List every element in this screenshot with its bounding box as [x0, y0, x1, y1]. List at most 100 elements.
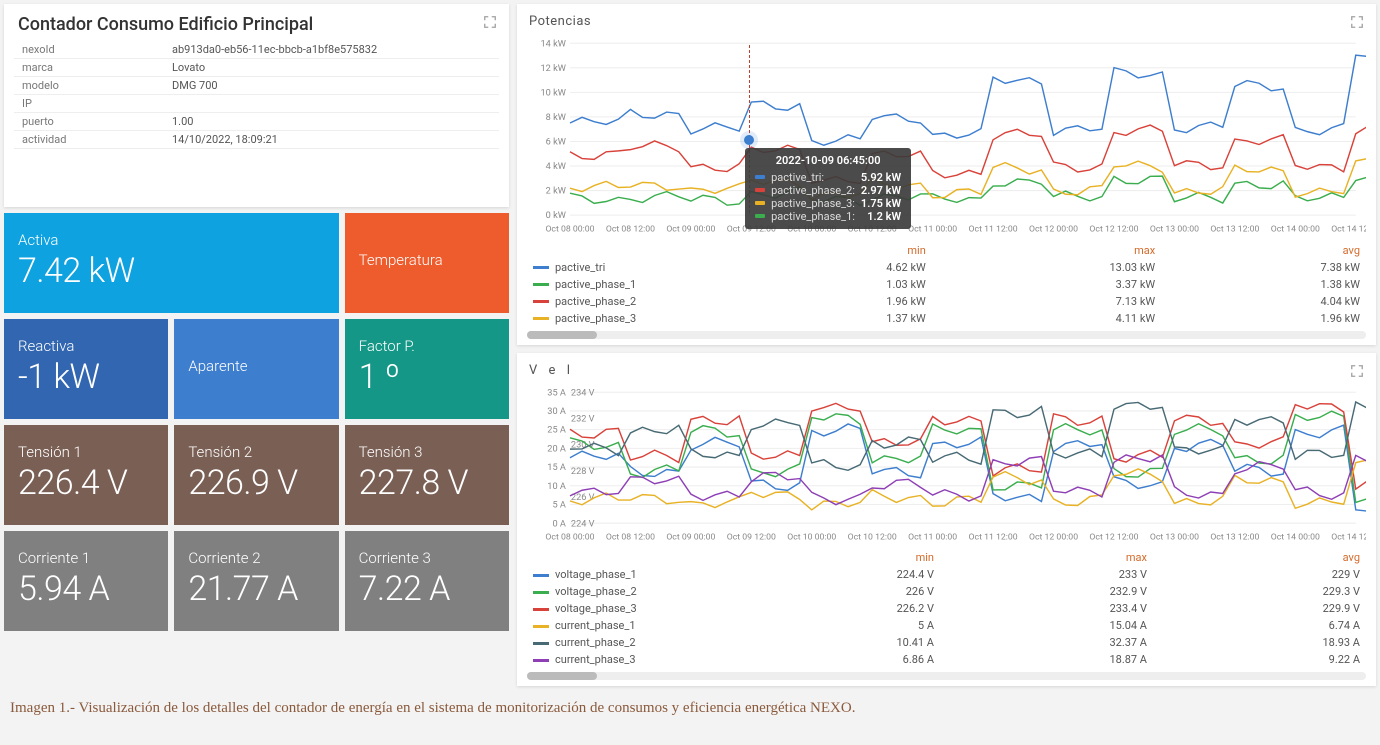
tile-temperatura[interactable]: Temperatura: [345, 213, 509, 313]
tile-label: Corriente 1: [18, 549, 154, 567]
tile-value: 21.77 A: [188, 569, 324, 609]
svg-text:5 A: 5 A: [552, 499, 565, 510]
tile-corriente3[interactable]: Corriente 3 7.22 A: [345, 531, 509, 631]
tile-value: 7.22 A: [359, 569, 495, 609]
legend-row[interactable]: pactive_phase_11.03 kW3.37 kW1.38 kW: [527, 276, 1366, 293]
svg-text:0 kW: 0 kW: [546, 210, 566, 221]
chart-plot[interactable]: 0 kW 2 kW 4 kW 6 kW 8 kW 10 kW 12 kW 14 kW Oct 0…: [527, 33, 1366, 238]
tile-label: Corriente 2: [188, 549, 324, 567]
legend-row[interactable]: current_phase_15 A15.04 A6.74 A: [527, 617, 1366, 634]
info-panel: Contador Consumo Edificio Principal nexo…: [4, 4, 509, 207]
svg-text:10 A: 10 A: [547, 480, 566, 491]
tile-tension1[interactable]: Tensión 1 226.4 V: [4, 425, 168, 525]
svg-text:Oct 10 00:00: Oct 10 00:00: [787, 532, 836, 542]
svg-text:25 A: 25 A: [547, 424, 566, 435]
svg-text:Oct 11 00:00: Oct 11 00:00: [908, 224, 957, 234]
chart-title: Potencias: [527, 10, 1366, 33]
figure-caption: Imagen 1.- Visualización de los detalles…: [4, 686, 1376, 727]
legend-row[interactable]: pactive_phase_31.37 kW4.11 kW1.96 kW: [527, 310, 1366, 327]
tile-label: Corriente 3: [359, 549, 495, 567]
chart-legend: minmaxavg voltage_phase_1224.4 V233 V229…: [527, 549, 1366, 668]
svg-text:2 kW: 2 kW: [546, 186, 566, 197]
chart-vei: V e I 0 A 5 A 10 A 15 A 20 A 25 A 30 A 35 A 224 …: [517, 353, 1376, 687]
svg-text:Oct 11 12:00: Oct 11 12:00: [969, 532, 1018, 542]
tile-label: Aparente: [188, 357, 324, 375]
tile-label: Activa: [18, 231, 325, 249]
tile-label: Tensión 2: [188, 443, 324, 461]
svg-text:Oct 11 00:00: Oct 11 00:00: [908, 532, 957, 542]
svg-text:Oct 14 12:00: Oct 14 12:00: [1331, 224, 1366, 234]
svg-text:Oct 11 12:00: Oct 11 12:00: [969, 224, 1018, 234]
svg-text:35 A: 35 A: [547, 387, 566, 398]
legend-row[interactable]: current_phase_210.41 A32.37 A18.93 A: [527, 634, 1366, 651]
svg-text:0 A: 0 A: [552, 518, 565, 529]
svg-text:Oct 12 00:00: Oct 12 00:00: [1029, 224, 1078, 234]
svg-text:Oct 13 00:00: Oct 13 00:00: [1150, 224, 1199, 234]
svg-text:6 kW: 6 kW: [546, 137, 566, 148]
svg-text:10 kW: 10 kW: [540, 87, 565, 98]
tile-factor[interactable]: Factor P. 1 º: [345, 319, 509, 419]
chart-potencias: Potencias 0 kW 2 kW 4 kW 6 kW 8 kW 10 kW 12 kW…: [517, 4, 1376, 345]
legend-row[interactable]: voltage_phase_2226 V232.9 V229.3 V: [527, 583, 1366, 600]
svg-text:14 kW: 14 kW: [540, 38, 565, 49]
tile-tension2[interactable]: Tensión 2 226.9 V: [174, 425, 338, 525]
svg-text:8 kW: 8 kW: [546, 112, 566, 123]
tile-value: 5.94 A: [18, 569, 154, 609]
tile-corriente2[interactable]: Corriente 2 21.77 A: [174, 531, 338, 631]
svg-text:Oct 13 12:00: Oct 13 12:00: [1210, 532, 1259, 542]
tile-value: 227.8 V: [359, 463, 495, 503]
tile-label: Reactiva: [18, 337, 154, 355]
expand-icon[interactable]: [1350, 14, 1364, 33]
scrollbar[interactable]: [527, 331, 1366, 339]
svg-text:Oct 12 12:00: Oct 12 12:00: [1089, 224, 1138, 234]
svg-text:12 kW: 12 kW: [540, 63, 565, 74]
svg-text:234 V: 234 V: [571, 387, 595, 398]
tile-value: 7.42 kW: [18, 251, 325, 291]
tile-label: Tensión 1: [18, 443, 154, 461]
svg-text:232 V: 232 V: [571, 413, 595, 424]
svg-text:4 kW: 4 kW: [546, 161, 566, 172]
info-table: nexoIdab913da0-eb56-11ec-bbcb-a1bf8e5758…: [14, 41, 499, 149]
tile-value: 1 º: [359, 357, 495, 397]
svg-text:Oct 13 00:00: Oct 13 00:00: [1150, 532, 1199, 542]
legend-row[interactable]: pactive_phase_21.96 kW7.13 kW4.04 kW: [527, 293, 1366, 310]
svg-text:15 A: 15 A: [547, 462, 566, 473]
tile-tension3[interactable]: Tensión 3 227.8 V: [345, 425, 509, 525]
tile-corriente1[interactable]: Corriente 1 5.94 A: [4, 531, 168, 631]
tile-reactiva[interactable]: Reactiva -1 kW: [4, 319, 168, 419]
tile-aparente[interactable]: Aparente: [174, 319, 338, 419]
svg-text:Oct 09 12:00: Oct 09 12:00: [727, 532, 776, 542]
svg-text:Oct 14 00:00: Oct 14 00:00: [1271, 224, 1320, 234]
tile-value: 226.9 V: [188, 463, 324, 503]
legend-row[interactable]: pactive_tri4.62 kW13.03 kW7.38 kW: [527, 259, 1366, 276]
chart-tooltip: 2022-10-09 06:45:00 pactive_tri:5.92 kWp…: [745, 148, 911, 229]
chart-legend: minmaxavg pactive_tri4.62 kW13.03 kW7.38…: [527, 242, 1366, 327]
svg-text:Oct 08 00:00: Oct 08 00:00: [545, 532, 594, 542]
legend-row[interactable]: voltage_phase_3226.2 V233.4 V229.9 V: [527, 600, 1366, 617]
tile-value: 226.4 V: [18, 463, 154, 503]
tile-activa[interactable]: Activa 7.42 kW: [4, 213, 339, 313]
svg-text:Oct 08 00:00: Oct 08 00:00: [545, 224, 594, 234]
svg-text:30 A: 30 A: [547, 406, 566, 417]
svg-text:Oct 09 00:00: Oct 09 00:00: [666, 532, 715, 542]
legend-row[interactable]: voltage_phase_1224.4 V233 V229 V: [527, 566, 1366, 583]
svg-text:Oct 10 12:00: Oct 10 12:00: [848, 532, 897, 542]
chart-title: V e I: [527, 359, 1366, 382]
svg-text:Oct 09 00:00: Oct 09 00:00: [666, 224, 715, 234]
expand-icon[interactable]: [1350, 363, 1364, 382]
svg-text:Oct 14 00:00: Oct 14 00:00: [1271, 532, 1320, 542]
svg-text:20 A: 20 A: [547, 443, 566, 454]
svg-text:Oct 14 12:00: Oct 14 12:00: [1331, 532, 1366, 542]
tile-value: -1 kW: [18, 357, 154, 397]
svg-text:Oct 08 12:00: Oct 08 12:00: [606, 532, 655, 542]
svg-text:Oct 08 12:00: Oct 08 12:00: [606, 224, 655, 234]
info-title: Contador Consumo Edificio Principal: [4, 4, 509, 41]
svg-text:Oct 13 12:00: Oct 13 12:00: [1210, 224, 1259, 234]
legend-row[interactable]: current_phase_36.86 A18.87 A9.22 A: [527, 651, 1366, 668]
chart-plot[interactable]: 0 A5 A10 A15 A20 A25 A30 A35 A224 V226 V…: [527, 382, 1366, 546]
scrollbar[interactable]: [527, 672, 1366, 680]
svg-text:224 V: 224 V: [571, 518, 595, 529]
expand-icon[interactable]: [483, 14, 497, 33]
tile-label: Factor P.: [359, 337, 495, 355]
svg-text:Oct 12 00:00: Oct 12 00:00: [1029, 532, 1078, 542]
